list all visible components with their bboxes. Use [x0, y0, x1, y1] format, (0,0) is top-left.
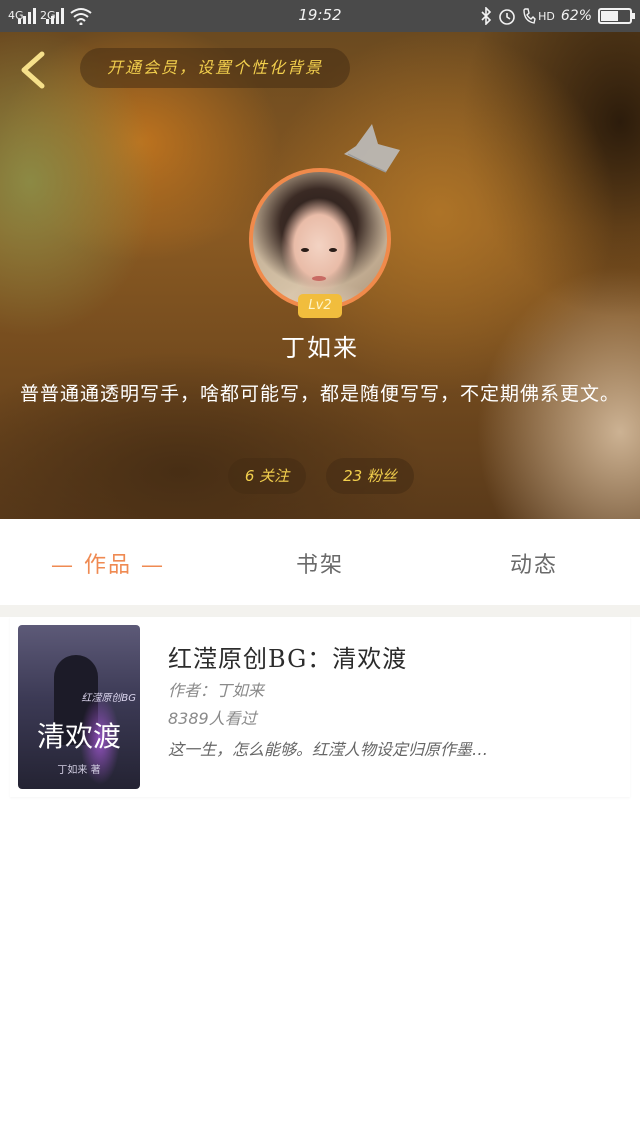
status-right-group: HD 62%	[480, 5, 635, 27]
profile-header: 开通会员，设置个性化背景 Lv2 丁如来 普普通通透明写手，啥都可能写，都是随便…	[0, 32, 640, 519]
cover-author: 丁如来 著	[57, 765, 101, 776]
tab-activity[interactable]: 动态	[454, 547, 614, 579]
username: 丁如来	[281, 334, 359, 362]
followers-count[interactable]: 23 粉丝	[326, 458, 414, 494]
avatar-eye-right	[329, 248, 337, 252]
avatar-mouth	[312, 276, 326, 281]
book-title[interactable]: 红滢原创BG：清欢渡	[168, 639, 407, 674]
status-bar: 4G 2G 19:52 HD 62%	[0, 0, 640, 32]
section-divider	[0, 605, 640, 617]
avatar[interactable]	[249, 168, 391, 310]
book-views: 8389人看过	[168, 709, 257, 728]
following-count[interactable]: 6 关注	[228, 458, 306, 494]
profile-tabs: — 作品 — 书架 动态	[0, 519, 640, 605]
crown-icon	[344, 124, 400, 173]
battery-icon	[598, 8, 635, 24]
book-description: 这一生，怎么能够。红滢人物设定归原作墨…	[168, 740, 489, 759]
avatar-eye-left	[301, 248, 309, 252]
call-hd-icon	[523, 8, 536, 24]
cover-subtitle: 红滢原创BG	[81, 693, 136, 704]
hd-label: HD	[538, 9, 555, 23]
tab-bookshelf[interactable]: 书架	[240, 547, 400, 579]
cover-title: 清欢渡	[36, 720, 121, 753]
battery-percent: 62%	[560, 8, 592, 24]
book-cover[interactable]: 红滢原创BG 清欢渡 丁如来 著	[18, 625, 140, 789]
battery-fill	[601, 11, 618, 21]
level-badge: Lv2	[298, 294, 342, 318]
back-button[interactable]	[14, 48, 54, 92]
vip-background-banner[interactable]: 开通会员，设置个性化背景	[80, 48, 350, 88]
chevron-left-icon	[21, 51, 45, 89]
book-author: 作者：丁如来	[168, 681, 265, 700]
alarm-icon	[499, 9, 515, 25]
bluetooth-icon	[481, 7, 492, 25]
user-bio: 普普通通透明写手，啥都可能写，都是随便写写，不定期佛系更文。	[19, 383, 620, 405]
book-card[interactable]: 红滢原创BG 清欢渡 丁如来 著 红滢原创BG：清欢渡 作者：丁如来 8389人…	[10, 617, 630, 797]
tab-works[interactable]: — 作品 —	[28, 547, 188, 579]
